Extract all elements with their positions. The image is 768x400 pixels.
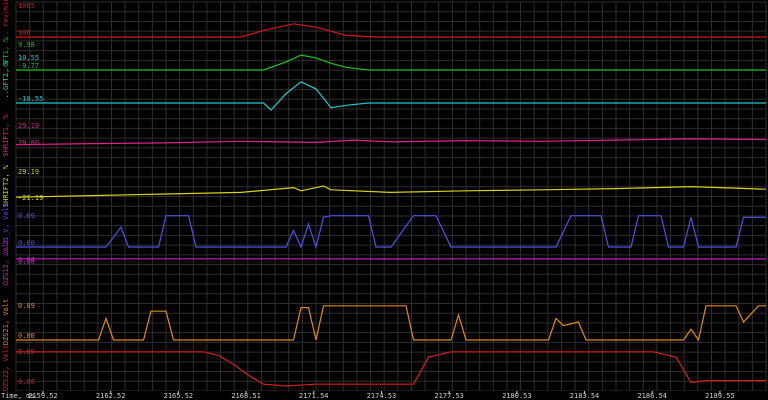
x-tick-label: 2189.55	[705, 392, 735, 400]
channel-name: ... rev/min	[2, 0, 10, 44]
channel-top-label: 0.09	[18, 212, 35, 220]
channel-bottom-label: 996	[18, 29, 31, 37]
x-tick-label: 2180.53	[502, 392, 532, 400]
x-tick-label: 2186.54	[637, 392, 667, 400]
channel-name: SHRIFT1, %	[2, 114, 10, 157]
channel-top-label: 9.98	[18, 41, 35, 49]
channel-bottom-label: -21.19	[18, 194, 43, 202]
channel-name: DZS21, Volt	[2, 299, 10, 345]
channel-name: ..GFT2, %	[2, 60, 10, 99]
x-tick-label: 2183.54	[570, 392, 600, 400]
channel-bottom-label: -10.55	[18, 95, 43, 103]
x-tick-label: 2174.53	[367, 392, 397, 400]
oscilloscope-chart: 1005996... rev/min9.98-9.77..GFT1, % 10.5…	[0, 0, 768, 400]
channel-top-label: 10.55	[18, 54, 39, 62]
channel-bottom-label: 0.00	[18, 378, 35, 386]
x-tick-label: 2171.54	[299, 392, 329, 400]
x-tick-label: 2168.51	[231, 392, 261, 400]
channel-name: DZS22, Volt	[2, 345, 10, 391]
x-tick-label: 2177.53	[434, 392, 464, 400]
time-axis: Time, ms2159.52 2162.52 2165.52 2168.51 2171…	[0, 391, 768, 400]
x-tick-label: 2165.52	[164, 392, 194, 400]
x-tick-label: 2162.52	[96, 392, 126, 400]
channel-top-label: 29.19	[18, 168, 39, 176]
channel-top-label: 1005	[18, 2, 35, 10]
channel-bottom-label: 0.00	[18, 332, 35, 340]
channel-top-label: 0.09	[18, 302, 35, 310]
x-tick-label: 2159.52	[28, 392, 58, 400]
channel-name: DZS12, Volt	[2, 239, 10, 285]
channel-name: SHRIFT2, %	[2, 164, 10, 207]
channel-bottom-label: -9.77	[18, 62, 39, 70]
channel-top-label: 29.19	[18, 122, 39, 130]
channel-bottom-label: 20.86	[18, 139, 39, 147]
channel-bottom-label: 0.00	[18, 239, 35, 247]
grid	[15, 1, 767, 392]
